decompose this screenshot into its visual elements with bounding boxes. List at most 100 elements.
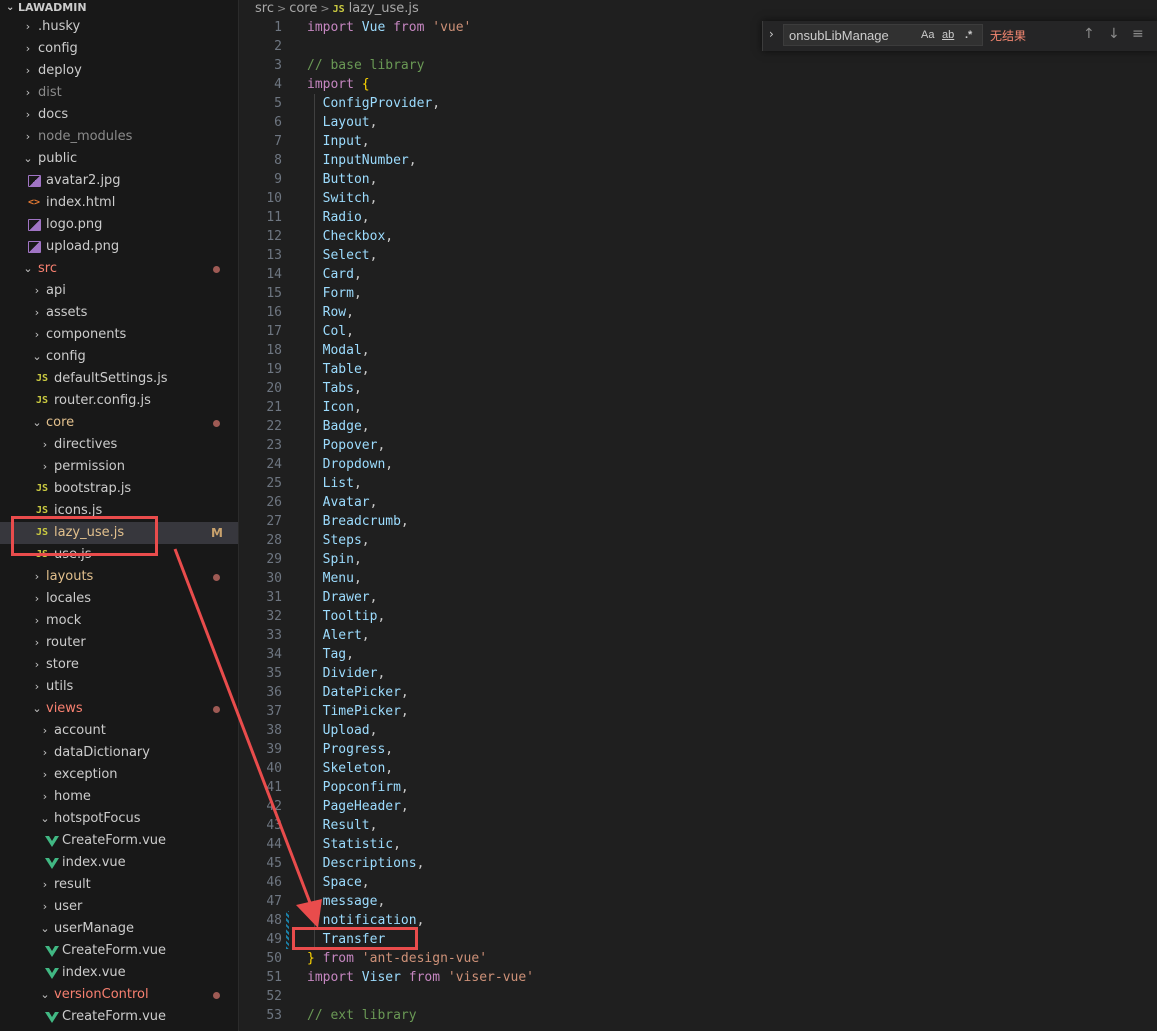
code-line[interactable]: 15 Form, bbox=[239, 284, 1157, 303]
code-line[interactable]: 42 PageHeader, bbox=[239, 797, 1157, 816]
folder-item[interactable]: › components bbox=[0, 324, 238, 346]
folder-item[interactable]: › docs bbox=[0, 104, 238, 126]
folder-item[interactable]: › result bbox=[0, 874, 238, 896]
folder-item[interactable]: › .husky bbox=[0, 16, 238, 38]
code-line[interactable]: 52 bbox=[239, 987, 1157, 1006]
code-line[interactable]: 9 Button, bbox=[239, 170, 1157, 189]
code-line[interactable]: 17 Col, bbox=[239, 322, 1157, 341]
code-line[interactable]: 25 List, bbox=[239, 474, 1157, 493]
code-line[interactable]: 53 // ext library bbox=[239, 1006, 1157, 1025]
file-item[interactable]: <> index.html bbox=[0, 192, 238, 214]
breadcrumb-item-file[interactable]: lazy_use.js bbox=[349, 1, 419, 16]
whole-word-toggle[interactable]: ab bbox=[942, 27, 954, 43]
code-line[interactable]: 40 Skeleton, bbox=[239, 759, 1157, 778]
folder-item[interactable]: ⌄ config bbox=[0, 346, 238, 368]
code-line[interactable]: 38 Upload, bbox=[239, 721, 1157, 740]
code-line[interactable]: 29 Spin, bbox=[239, 550, 1157, 569]
file-item[interactable]: JS bootstrap.js bbox=[0, 478, 238, 500]
code-line[interactable]: 19 Table, bbox=[239, 360, 1157, 379]
folder-item[interactable]: › layouts bbox=[0, 566, 238, 588]
folder-item[interactable]: › assets bbox=[0, 302, 238, 324]
code-line[interactable]: 51 import Viser from 'viser-vue' bbox=[239, 968, 1157, 987]
code-line[interactable]: 20 Tabs, bbox=[239, 379, 1157, 398]
file-item[interactable]: CreateForm.vue bbox=[0, 830, 238, 852]
folder-item[interactable]: › user bbox=[0, 896, 238, 918]
code-editor[interactable]: 1 import Vue from 'vue' 2 3// base library 4… bbox=[239, 18, 1157, 1025]
code-line[interactable]: 43 Result, bbox=[239, 816, 1157, 835]
folder-item[interactable]: › permission bbox=[0, 456, 238, 478]
breadcrumb-item-src[interactable]: src bbox=[255, 1, 274, 16]
code-line[interactable]: 34 Tag, bbox=[239, 645, 1157, 664]
code-line[interactable]: 13 Select, bbox=[239, 246, 1157, 265]
breadcrumb-item-core[interactable]: core bbox=[289, 1, 317, 16]
folder-item[interactable]: › router bbox=[0, 632, 238, 654]
folder-item[interactable]: ⌄ src bbox=[0, 258, 238, 280]
code-line[interactable]: 4 import { bbox=[239, 75, 1157, 94]
explorer-header[interactable]: ⌄ LAWADMIN bbox=[0, 0, 238, 16]
code-line[interactable]: 44 Statistic, bbox=[239, 835, 1157, 854]
code-line[interactable]: 12 Checkbox, bbox=[239, 227, 1157, 246]
file-item[interactable]: CreateForm.vue bbox=[0, 1006, 238, 1028]
folder-item[interactable]: › config bbox=[0, 38, 238, 60]
folder-item[interactable]: › api bbox=[0, 280, 238, 302]
code-line[interactable]: 39 Progress, bbox=[239, 740, 1157, 759]
match-case-toggle[interactable]: Aa bbox=[921, 27, 934, 43]
code-line[interactable]: 3 // base library bbox=[239, 56, 1157, 75]
folder-item[interactable]: › dataDictionary bbox=[0, 742, 238, 764]
file-item[interactable]: logo.png bbox=[0, 214, 238, 236]
code-line[interactable]: 41 Popconfirm, bbox=[239, 778, 1157, 797]
folder-item[interactable]: ⌄ public bbox=[0, 148, 238, 170]
folder-item[interactable]: ⌄ hotspotFocus bbox=[0, 808, 238, 830]
folder-item[interactable]: › home bbox=[0, 786, 238, 808]
code-line[interactable]: 33 Alert, bbox=[239, 626, 1157, 645]
code-line[interactable]: 30 Menu, bbox=[239, 569, 1157, 588]
code-line[interactable]: 27 Breadcrumb, bbox=[239, 512, 1157, 531]
code-line[interactable]: 7 Input, bbox=[239, 132, 1157, 151]
file-item[interactable]: JS defaultSettings.js bbox=[0, 368, 238, 390]
code-line[interactable]: 45 Descriptions, bbox=[239, 854, 1157, 873]
code-line[interactable]: 11 Radio, bbox=[239, 208, 1157, 227]
file-item[interactable]: JS router.config.js bbox=[0, 390, 238, 412]
code-line[interactable]: 26 Avatar, bbox=[239, 493, 1157, 512]
folder-item[interactable]: ⌄ versionControl bbox=[0, 984, 238, 1006]
code-line[interactable]: 28 Steps, bbox=[239, 531, 1157, 550]
code-line[interactable]: 22 Badge, bbox=[239, 417, 1157, 436]
folder-item[interactable]: › dist bbox=[0, 82, 238, 104]
code-line[interactable]: 46 Space, bbox=[239, 873, 1157, 892]
code-line[interactable]: 50} from 'ant-design-vue' bbox=[239, 949, 1157, 968]
folder-item[interactable]: › store bbox=[0, 654, 238, 676]
code-line[interactable]: 5 ConfigProvider, bbox=[239, 94, 1157, 113]
file-item[interactable]: CreateForm.vue bbox=[0, 940, 238, 962]
find-in-selection-icon[interactable]: ≡ bbox=[1132, 26, 1144, 42]
folder-item[interactable]: ⌄ views bbox=[0, 698, 238, 720]
code-line[interactable]: 18 Modal, bbox=[239, 341, 1157, 360]
folder-item[interactable]: › account bbox=[0, 720, 238, 742]
file-item[interactable]: avatar2.jpg bbox=[0, 170, 238, 192]
folder-item[interactable]: › exception bbox=[0, 764, 238, 786]
folder-item[interactable]: › utils bbox=[0, 676, 238, 698]
code-line[interactable]: 35 Divider, bbox=[239, 664, 1157, 683]
code-line[interactable]: 10 Switch, bbox=[239, 189, 1157, 208]
code-line[interactable]: 32 Tooltip, bbox=[239, 607, 1157, 626]
regex-toggle[interactable]: .* bbox=[965, 27, 972, 43]
code-line[interactable]: 24 Dropdown, bbox=[239, 455, 1157, 474]
find-input[interactable] bbox=[789, 27, 909, 43]
folder-item[interactable]: › locales bbox=[0, 588, 238, 610]
toggle-replace-chevron-icon[interactable]: › bbox=[769, 27, 774, 41]
folder-item[interactable]: ⌄ core bbox=[0, 412, 238, 434]
folder-item[interactable]: ⌄ userManage bbox=[0, 918, 238, 940]
code-line[interactable]: 14 Card, bbox=[239, 265, 1157, 284]
folder-item[interactable]: › node_modules bbox=[0, 126, 238, 148]
code-line[interactable]: 8 InputNumber, bbox=[239, 151, 1157, 170]
previous-match-arrow-up-icon[interactable]: ↑ bbox=[1083, 26, 1095, 42]
code-line[interactable]: 37 TimePicker, bbox=[239, 702, 1157, 721]
code-line[interactable]: 23 Popover, bbox=[239, 436, 1157, 455]
code-line[interactable]: 47 message, bbox=[239, 892, 1157, 911]
file-item[interactable]: index.vue bbox=[0, 962, 238, 984]
next-match-arrow-down-icon[interactable]: ↓ bbox=[1108, 26, 1120, 42]
folder-item[interactable]: › deploy bbox=[0, 60, 238, 82]
code-line[interactable]: 31 Drawer, bbox=[239, 588, 1157, 607]
code-line[interactable]: 21 Icon, bbox=[239, 398, 1157, 417]
folder-item[interactable]: › directives bbox=[0, 434, 238, 456]
code-line[interactable]: 36 DatePicker, bbox=[239, 683, 1157, 702]
